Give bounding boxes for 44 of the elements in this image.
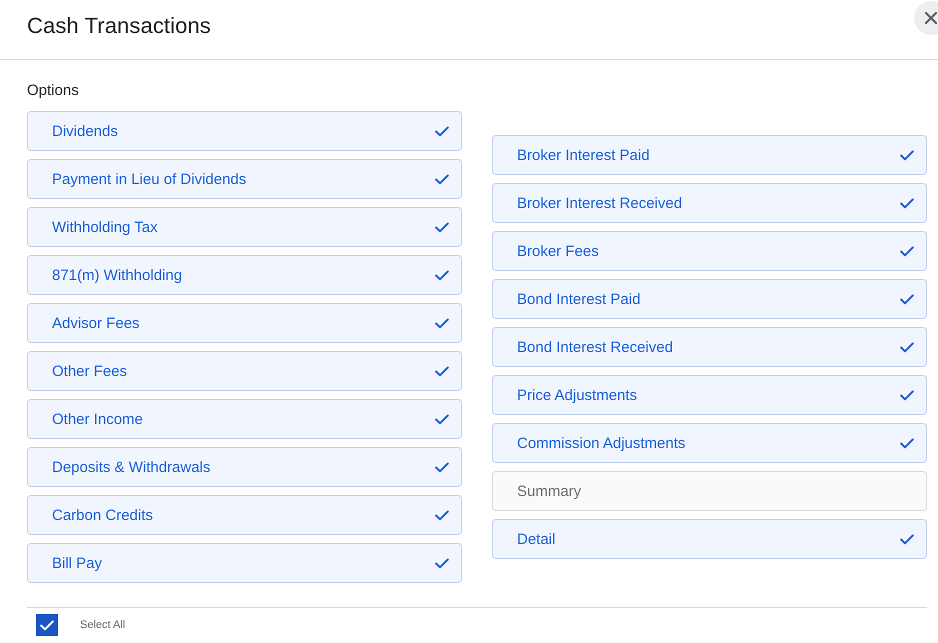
- option-toggle[interactable]: Other Fees: [27, 351, 462, 391]
- check-icon: [435, 174, 449, 184]
- option-toggle[interactable]: Broker Fees: [492, 231, 927, 271]
- close-icon: [925, 12, 937, 24]
- option-toggle[interactable]: Price Adjustments: [492, 375, 927, 415]
- check-icon: [900, 390, 914, 400]
- option-toggle[interactable]: Bill Pay: [27, 543, 462, 583]
- option-toggle[interactable]: Commission Adjustments: [492, 423, 927, 463]
- check-icon: [435, 270, 449, 280]
- check-icon: [435, 510, 449, 520]
- option-toggle[interactable]: Broker Interest Paid: [492, 135, 927, 175]
- option-toggle[interactable]: Summary: [492, 471, 927, 511]
- dialog-title: Cash Transactions: [27, 12, 211, 40]
- check-icon: [900, 198, 914, 208]
- option-toggle[interactable]: Deposits & Withdrawals: [27, 447, 462, 487]
- option-toggle[interactable]: Broker Interest Received: [492, 183, 927, 223]
- option-toggle[interactable]: Bond Interest Paid: [492, 279, 927, 319]
- option-toggle[interactable]: Other Income: [27, 399, 462, 439]
- option-toggle[interactable]: Advisor Fees: [27, 303, 462, 343]
- check-icon: [435, 126, 449, 136]
- option-toggle[interactable]: Withholding Tax: [27, 207, 462, 247]
- close-button[interactable]: [914, 1, 938, 35]
- options-label: Options: [27, 82, 80, 100]
- check-icon: [435, 462, 449, 472]
- option-toggle[interactable]: Carbon Credits: [27, 495, 462, 535]
- check-icon: [900, 438, 914, 448]
- check-icon: [435, 318, 449, 328]
- check-icon: [900, 534, 914, 544]
- select-all-label: Select All: [80, 619, 126, 631]
- option-toggle[interactable]: Payment in Lieu of Dividends: [27, 159, 462, 199]
- check-icon: [900, 246, 914, 256]
- option-toggle[interactable]: Dividends: [27, 111, 462, 151]
- option-toggle[interactable]: Detail: [492, 519, 927, 559]
- option-toggle[interactable]: 871(m) Withholding: [27, 255, 462, 295]
- check-icon: [435, 414, 449, 424]
- check-icon: [900, 342, 914, 352]
- check-icon: [900, 294, 914, 304]
- check-icon: [900, 150, 914, 160]
- check-icon: [435, 558, 449, 568]
- select-all-checkbox[interactable]: [36, 614, 58, 636]
- check-icon: [435, 222, 449, 232]
- option-toggle[interactable]: Bond Interest Received: [492, 327, 927, 367]
- check-icon: [40, 620, 54, 630]
- check-icon: [435, 366, 449, 376]
